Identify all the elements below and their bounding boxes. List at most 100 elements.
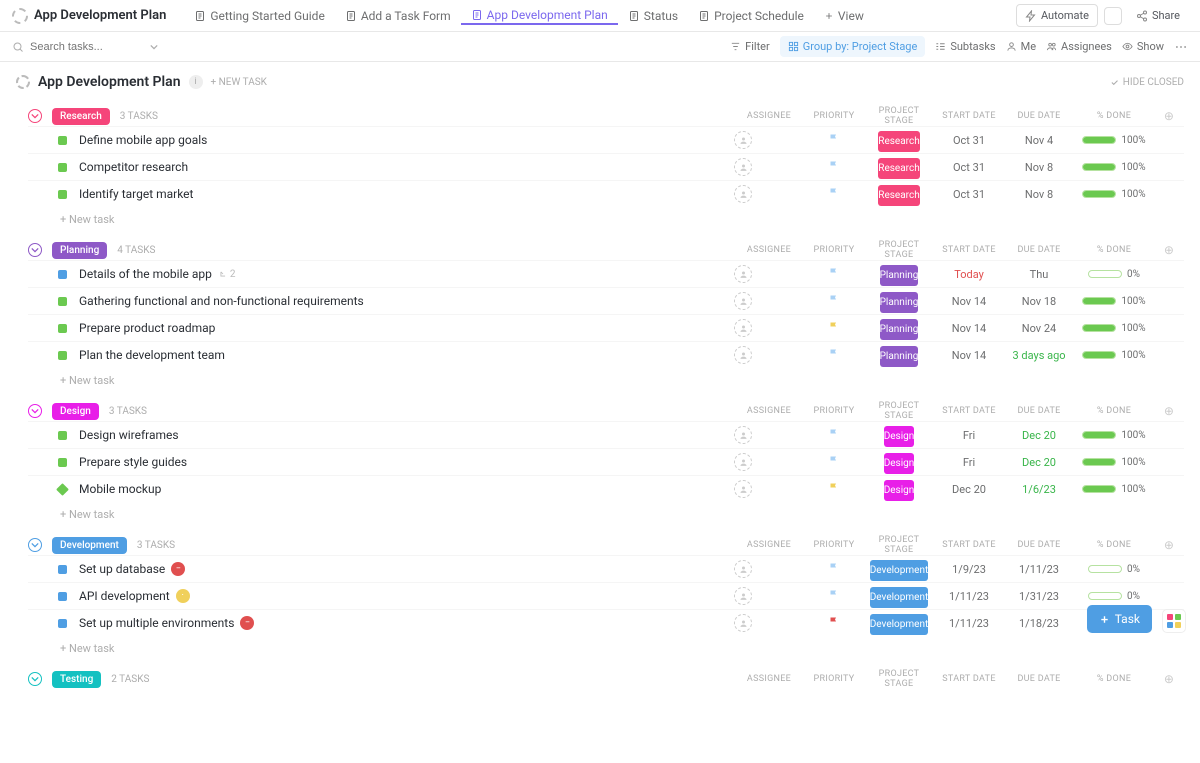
- progress[interactable]: 100%: [1074, 350, 1154, 361]
- assignee-button[interactable]: [734, 265, 752, 283]
- stage-badge[interactable]: Planning: [880, 346, 919, 367]
- stage-pill[interactable]: Testing: [52, 671, 101, 688]
- collapse-toggle[interactable]: [28, 243, 42, 257]
- stage-pill[interactable]: Design: [52, 403, 99, 420]
- add-column-button[interactable]: ⊕: [1154, 538, 1184, 552]
- priority-flag[interactable]: [804, 455, 864, 470]
- show-button[interactable]: Show: [1122, 40, 1164, 53]
- automate-dropdown[interactable]: [1104, 7, 1122, 25]
- progress[interactable]: 0%: [1074, 564, 1154, 575]
- start-date[interactable]: Oct 31: [934, 134, 1004, 147]
- due-date[interactable]: 1/31/23: [1004, 590, 1074, 603]
- task-row[interactable]: Identify target market Research Oct 31 N…: [28, 180, 1184, 207]
- collapse-toggle[interactable]: [28, 538, 42, 552]
- add-view-tab[interactable]: View: [814, 6, 874, 25]
- start-date[interactable]: Fri: [934, 429, 1004, 442]
- new-task-top[interactable]: + NEW TASK: [211, 77, 267, 88]
- subtask-indicator[interactable]: 2: [218, 269, 236, 280]
- priority-flag[interactable]: [804, 294, 864, 309]
- status-indicator[interactable]: [58, 163, 67, 172]
- task-row[interactable]: Mobile mockup Design Dec 20 1/6/23 100%: [28, 475, 1184, 502]
- status-indicator[interactable]: [58, 270, 67, 279]
- stage-badge[interactable]: Planning: [880, 265, 919, 286]
- progress[interactable]: 0%: [1074, 591, 1154, 602]
- status-indicator[interactable]: [58, 458, 67, 467]
- assignee-button[interactable]: [734, 480, 752, 498]
- new-task-button[interactable]: + New task: [28, 502, 1184, 527]
- due-date[interactable]: Nov 8: [1004, 161, 1074, 174]
- start-date[interactable]: Nov 14: [934, 295, 1004, 308]
- stage-badge[interactable]: Research: [878, 158, 919, 179]
- task-row[interactable]: Plan the development team Planning Nov 1…: [28, 341, 1184, 368]
- stage-badge[interactable]: Development: [870, 614, 929, 635]
- new-task-button[interactable]: + New task: [28, 368, 1184, 393]
- start-date[interactable]: Oct 31: [934, 161, 1004, 174]
- task-row[interactable]: Set up database− Development 1/9/23 1/11…: [28, 555, 1184, 582]
- view-tab[interactable]: Add a Task Form: [335, 6, 461, 25]
- progress[interactable]: 0%: [1074, 269, 1154, 280]
- collapse-toggle[interactable]: [28, 109, 42, 123]
- view-tab[interactable]: Project Schedule: [688, 6, 814, 25]
- assignee-button[interactable]: [734, 587, 752, 605]
- status-indicator[interactable]: [58, 619, 67, 628]
- view-tab[interactable]: Status: [618, 6, 688, 25]
- assignee-button[interactable]: [734, 185, 752, 203]
- start-date[interactable]: 1/9/23: [934, 563, 1004, 576]
- stage-badge[interactable]: Planning: [880, 292, 919, 313]
- progress[interactable]: 100%: [1074, 296, 1154, 307]
- assignee-button[interactable]: [734, 614, 752, 632]
- priority-flag[interactable]: [804, 589, 864, 604]
- priority-flag[interactable]: [804, 187, 864, 202]
- task-row[interactable]: Competitor research Research Oct 31 Nov …: [28, 153, 1184, 180]
- start-date[interactable]: Fri: [934, 456, 1004, 469]
- task-row[interactable]: Prepare product roadmap Planning Nov 14 …: [28, 314, 1184, 341]
- task-row[interactable]: Set up multiple environments− Developmen…: [28, 609, 1184, 636]
- new-task-button[interactable]: + New task: [28, 207, 1184, 232]
- task-row[interactable]: Define mobile app goals Research Oct 31 …: [28, 126, 1184, 153]
- start-date[interactable]: Oct 31: [934, 188, 1004, 201]
- progress[interactable]: 100%: [1074, 189, 1154, 200]
- task-row[interactable]: Gathering functional and non-functional …: [28, 287, 1184, 314]
- new-task-button[interactable]: + New task: [28, 636, 1184, 661]
- chevron-down-icon[interactable]: [150, 43, 158, 51]
- status-indicator[interactable]: [58, 565, 67, 574]
- stage-pill[interactable]: Development: [52, 537, 127, 554]
- stage-badge[interactable]: Research: [878, 131, 919, 152]
- due-date[interactable]: Nov 8: [1004, 188, 1074, 201]
- stage-badge[interactable]: Planning: [880, 319, 919, 340]
- stage-badge[interactable]: Design: [884, 426, 915, 447]
- start-date[interactable]: 1/11/23: [934, 617, 1004, 630]
- filter-button[interactable]: Filter: [730, 40, 770, 53]
- due-date[interactable]: Nov 24: [1004, 322, 1074, 335]
- add-column-button[interactable]: ⊕: [1154, 109, 1184, 123]
- task-row[interactable]: Details of the mobile app2 Planning Toda…: [28, 260, 1184, 287]
- status-indicator[interactable]: [58, 431, 67, 440]
- stage-pill[interactable]: Planning: [52, 242, 107, 259]
- due-date[interactable]: Nov 4: [1004, 134, 1074, 147]
- priority-flag[interactable]: [804, 160, 864, 175]
- info-icon[interactable]: i: [189, 75, 203, 89]
- status-indicator[interactable]: [58, 190, 67, 199]
- assignees-button[interactable]: Assignees: [1046, 40, 1112, 53]
- hide-closed-button[interactable]: HIDE CLOSED: [1110, 77, 1184, 88]
- more-button[interactable]: [1174, 40, 1188, 54]
- progress[interactable]: 100%: [1074, 162, 1154, 173]
- stage-badge[interactable]: Research: [878, 185, 919, 206]
- priority-flag[interactable]: [804, 348, 864, 363]
- search-input[interactable]: [30, 41, 140, 53]
- task-row[interactable]: Prepare style guides Design Fri Dec 20 1…: [28, 448, 1184, 475]
- stage-badge[interactable]: Design: [884, 480, 915, 501]
- assignee-button[interactable]: [734, 131, 752, 149]
- assignee-button[interactable]: [734, 560, 752, 578]
- task-row[interactable]: API development· Development 1/11/23 1/3…: [28, 582, 1184, 609]
- assignee-button[interactable]: [734, 346, 752, 364]
- search-box[interactable]: [12, 41, 158, 53]
- progress[interactable]: 100%: [1074, 135, 1154, 146]
- new-task-float-button[interactable]: Task: [1087, 605, 1152, 633]
- priority-flag[interactable]: [804, 321, 864, 336]
- due-date[interactable]: Thu: [1004, 268, 1074, 281]
- add-column-button[interactable]: ⊕: [1154, 243, 1184, 257]
- priority-flag[interactable]: [804, 133, 864, 148]
- groupby-button[interactable]: Group by: Project Stage: [780, 36, 926, 57]
- assignee-button[interactable]: [734, 453, 752, 471]
